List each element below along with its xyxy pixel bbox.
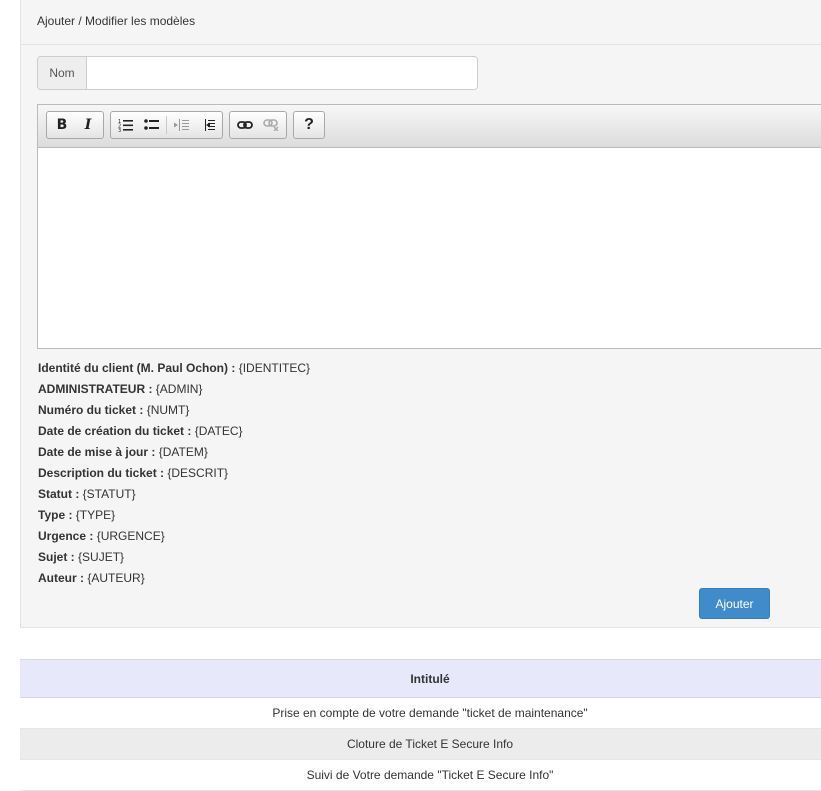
italic-button[interactable]: I xyxy=(75,113,101,137)
ordered-list-icon: 1 2 3 xyxy=(118,119,133,132)
rich-text-editor: B I 1 2 3 ? xyxy=(37,104,821,349)
table-row[interactable]: Suivi de Votre demande "Ticket E Secure … xyxy=(20,759,821,791)
variable-token: {ADMIN} xyxy=(155,382,203,396)
table-cell[interactable]: Prise en compte de votre demande "ticket… xyxy=(20,697,821,729)
variable-token: {DATEM} xyxy=(158,445,208,459)
table-cell[interactable]: Suivi de Votre demande "Ticket E Secure … xyxy=(20,759,821,791)
variable-label: ADMINISTRATEUR : xyxy=(38,382,153,396)
ordered-list-button[interactable]: 1 2 3 xyxy=(113,113,139,137)
variable-line: Numéro du ticket : {NUMT} xyxy=(38,400,310,421)
name-label: Nom xyxy=(38,57,87,89)
table-row[interactable]: Prise en compte de votre demande "ticket… xyxy=(20,697,821,729)
bold-button[interactable]: B xyxy=(49,113,75,137)
variable-label: Date de mise à jour : xyxy=(38,445,156,459)
variable-token: {TYPE} xyxy=(75,508,116,522)
variable-label: Type : xyxy=(38,508,73,522)
variable-line: Description du ticket : {DESCRIT} xyxy=(38,463,310,484)
variable-token: {DATEC} xyxy=(194,424,243,438)
bullet-list-icon xyxy=(144,119,159,130)
link-icon xyxy=(237,121,253,129)
format-button-group: B I xyxy=(46,111,104,139)
variable-line: ADMINISTRATEUR : {ADMIN} xyxy=(38,379,310,400)
panel-title: Ajouter / Modifier les modèles xyxy=(21,0,821,45)
column-header-intitule[interactable]: Intitulé xyxy=(20,659,821,698)
name-input[interactable] xyxy=(87,57,477,89)
unlink-button[interactable] xyxy=(258,113,284,137)
link-button[interactable] xyxy=(232,113,258,137)
template-variables-list: Identité du client (M. Paul Ochon) : {ID… xyxy=(38,358,310,589)
name-input-group: Nom xyxy=(37,56,478,90)
variable-token: {DESCRIT} xyxy=(167,466,229,480)
variable-label: Description du ticket : xyxy=(38,466,165,480)
unlink-icon xyxy=(263,119,279,131)
variable-label: Identité du client (M. Paul Ochon) : xyxy=(38,361,236,375)
toolbar-separator xyxy=(166,116,167,134)
variable-label: Auteur : xyxy=(38,571,84,585)
help-button-group: ? xyxy=(293,111,325,139)
variable-line: Type : {TYPE} xyxy=(38,505,310,526)
variable-line: Auteur : {AUTEUR} xyxy=(38,568,310,589)
variable-line: Identité du client (M. Paul Ochon) : {ID… xyxy=(38,358,310,379)
link-button-group xyxy=(229,111,287,139)
list-button-group: 1 2 3 xyxy=(110,111,223,139)
bullet-list-button[interactable] xyxy=(139,113,165,137)
variable-token: {URGENCE} xyxy=(96,529,165,543)
table-row[interactable]: Cloture de Ticket E Secure Info xyxy=(20,728,821,760)
table-header-row: Intitulé xyxy=(20,659,821,698)
variable-label: Statut : xyxy=(38,487,80,501)
variable-line: Urgence : {URGENCE} xyxy=(38,526,310,547)
indent-button[interactable] xyxy=(194,113,220,137)
variable-label: Sujet : xyxy=(38,550,75,564)
variable-token: {STATUT} xyxy=(82,487,136,501)
variable-token: {NUMT} xyxy=(146,403,190,417)
indent-icon xyxy=(205,119,215,131)
help-button[interactable]: ? xyxy=(296,113,322,137)
variable-token: {IDENTITEC} xyxy=(238,361,311,375)
template-form-panel: Ajouter / Modifier les modèles Nom B I 1… xyxy=(20,0,821,628)
templates-table: Intitulé Prise en compte de votre demand… xyxy=(20,659,821,791)
variable-line: Date de création du ticket : {DATEC} xyxy=(38,421,310,442)
add-button[interactable]: Ajouter xyxy=(699,588,770,619)
variable-label: Numéro du ticket : xyxy=(38,403,144,417)
variable-line: Sujet : {SUJET} xyxy=(38,547,310,568)
outdent-button[interactable] xyxy=(168,113,194,137)
svg-text:3: 3 xyxy=(118,128,121,132)
editor-content-area[interactable] xyxy=(38,148,821,348)
editor-toolbar: B I 1 2 3 ? xyxy=(38,105,821,148)
variable-token: {AUTEUR} xyxy=(87,571,145,585)
variable-token: {SUJET} xyxy=(78,550,125,564)
variable-label: Urgence : xyxy=(38,529,94,543)
variable-label: Date de création du ticket : xyxy=(38,424,192,438)
table-cell[interactable]: Cloture de Ticket E Secure Info xyxy=(20,728,821,760)
outdent-icon xyxy=(174,119,189,131)
variable-line: Date de mise à jour : {DATEM} xyxy=(38,442,310,463)
variable-line: Statut : {STATUT} xyxy=(38,484,310,505)
